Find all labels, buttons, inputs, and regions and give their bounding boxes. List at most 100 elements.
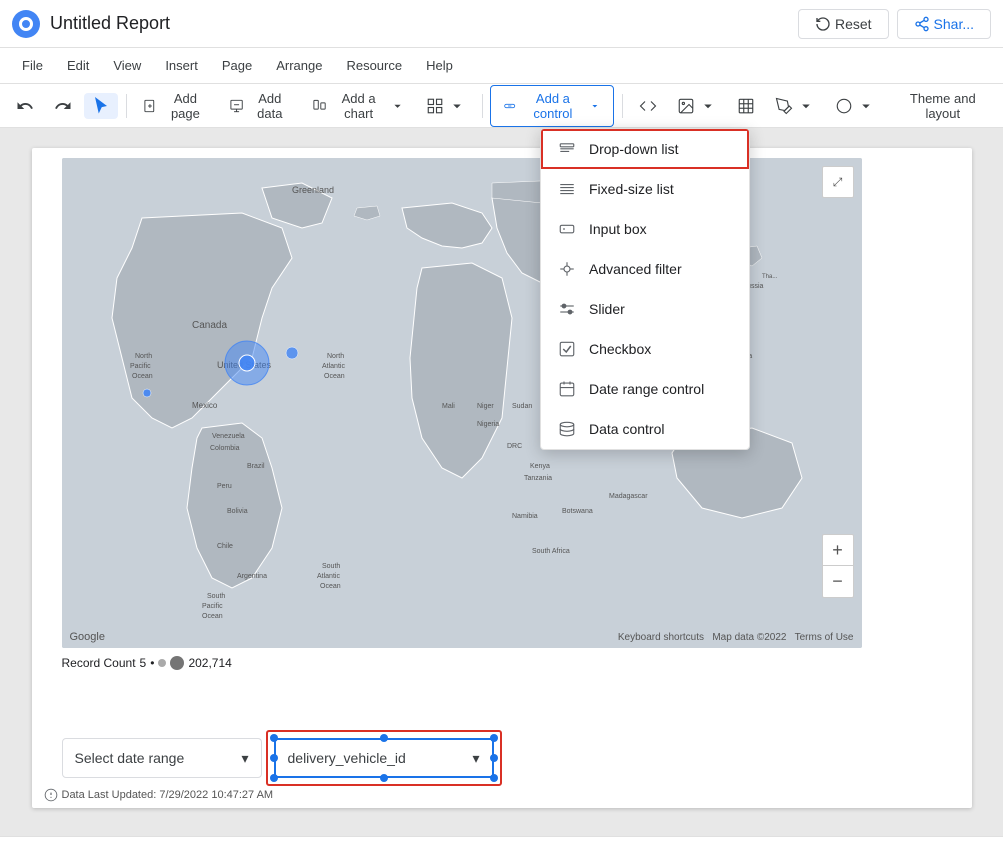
menu-item-date-range[interactable]: Date range control <box>541 369 749 409</box>
handle-top-middle[interactable] <box>380 734 388 742</box>
toolbar-divider-1 <box>126 94 127 118</box>
svg-text:Ocean: Ocean <box>320 583 341 590</box>
data-control-icon <box>557 419 577 439</box>
canvas-area: Canada United States Mexico North Pacifi… <box>0 128 1003 836</box>
svg-text:Peru: Peru <box>217 483 232 490</box>
dropdown-control-wrapper: delivery_vehicle_id ▾ <box>274 738 494 778</box>
svg-text:Brazil: Brazil <box>247 463 265 470</box>
pen-button[interactable] <box>767 93 823 119</box>
menu-item-input-box[interactable]: Input box <box>541 209 749 249</box>
zoom-in-button[interactable]: + <box>822 534 854 566</box>
svg-text:Sudan: Sudan <box>512 403 532 410</box>
add-chart-button[interactable]: Add a chart <box>304 87 414 125</box>
svg-text:Nigeria: Nigeria <box>477 421 499 428</box>
image-button[interactable] <box>669 93 725 119</box>
svg-text:South: South <box>207 593 225 600</box>
input-box-icon <box>557 219 577 239</box>
menu-help[interactable]: Help <box>416 54 463 77</box>
code-icon <box>639 97 657 115</box>
add-page-icon <box>143 97 158 115</box>
svg-text:Ocean: Ocean <box>202 613 223 620</box>
redo-button[interactable] <box>46 93 80 119</box>
zoom-controls: + − <box>822 534 854 598</box>
svg-text:Mali: Mali <box>442 403 455 410</box>
svg-text:Ocean: Ocean <box>132 373 153 380</box>
zoom-out-button[interactable]: − <box>822 566 854 598</box>
pen-chevron-icon <box>797 97 815 115</box>
pen-icon <box>775 97 793 115</box>
menu-edit[interactable]: Edit <box>57 54 99 77</box>
grid-icon <box>426 97 444 115</box>
add-control-icon <box>503 98 516 114</box>
top-bar-actions: Reset Shar... <box>798 9 991 39</box>
handle-top-right[interactable] <box>490 734 498 742</box>
advanced-filter-icon <box>557 259 577 279</box>
slider-icon <box>557 299 577 319</box>
svg-text:Pacific: Pacific <box>202 603 223 610</box>
fixed-size-list-icon <box>557 179 577 199</box>
status-bar <box>0 836 1003 866</box>
menu-item-dropdown-list[interactable]: Drop-down list <box>541 129 749 169</box>
handle-bottom-right[interactable] <box>490 774 498 782</box>
handle-top-left[interactable] <box>270 734 278 742</box>
layout-grid-button[interactable] <box>418 93 474 119</box>
dropdown-chevron-icon: ▾ <box>472 750 479 767</box>
select-icon <box>92 97 110 115</box>
menu-item-slider[interactable]: Slider <box>541 289 749 329</box>
map-top-right-controls: ⤢ <box>822 166 854 198</box>
code-button[interactable] <box>631 93 665 119</box>
menu-item-advanced-filter[interactable]: Advanced filter <box>541 249 749 289</box>
app-logo <box>12 10 40 38</box>
add-page-button[interactable]: Add page <box>135 87 217 125</box>
add-control-button[interactable]: Add a control <box>490 85 613 127</box>
theme-layout-button[interactable]: Theme and layout <box>891 87 995 125</box>
menu-view[interactable]: View <box>103 54 151 77</box>
add-chart-chevron-icon <box>390 97 405 115</box>
reset-icon <box>815 16 831 32</box>
add-data-button[interactable]: Add data <box>221 87 300 125</box>
toolbar: Add page Add data Add a chart Add a cont… <box>0 84 1003 128</box>
handle-bottom-left[interactable] <box>270 774 278 782</box>
select-button[interactable] <box>84 93 118 119</box>
svg-text:Madagascar: Madagascar <box>609 493 648 500</box>
menu-resource[interactable]: Resource <box>336 54 412 77</box>
controls-row: Select date range ▾ delivery_vehicle_id … <box>62 738 494 778</box>
svg-text:Greenland: Greenland <box>292 185 334 195</box>
share-button[interactable]: Shar... <box>897 9 991 39</box>
data-footer: Data Last Updated: 7/29/2022 10:47:27 AM <box>44 788 274 802</box>
shape-chevron-icon <box>857 97 875 115</box>
svg-text:Pacific: Pacific <box>130 363 151 370</box>
svg-text:Mexico: Mexico <box>192 401 218 410</box>
svg-text:Canada: Canada <box>192 320 227 331</box>
frame-button[interactable] <box>729 93 763 119</box>
undo-button[interactable] <box>8 93 42 119</box>
menu-item-fixed-size-list[interactable]: Fixed-size list <box>541 169 749 209</box>
dropdown-field-control[interactable]: delivery_vehicle_id ▾ <box>274 738 494 778</box>
add-control-dropdown-menu: Drop-down list Fixed-size list Input box… <box>540 128 750 450</box>
menu-item-checkbox[interactable]: Checkbox <box>541 329 749 369</box>
date-range-select[interactable]: Select date range ▾ <box>62 738 262 778</box>
svg-text:Venezuela: Venezuela <box>212 433 245 440</box>
svg-text:DRC: DRC <box>507 443 522 450</box>
menu-insert[interactable]: Insert <box>155 54 208 77</box>
grid-chevron-icon <box>448 97 466 115</box>
shape-button[interactable] <box>827 93 883 119</box>
expand-map-button[interactable]: ⤢ <box>822 166 854 198</box>
svg-text:Tanzania: Tanzania <box>524 475 552 482</box>
handle-bottom-middle[interactable] <box>380 774 388 782</box>
menu-page[interactable]: Page <box>212 54 262 77</box>
handle-middle-left[interactable] <box>270 754 278 762</box>
menu-item-data-control[interactable]: Data control <box>541 409 749 449</box>
map-google-label: Google <box>70 631 105 643</box>
reset-button[interactable]: Reset <box>798 9 889 39</box>
menu-arrange[interactable]: Arrange <box>266 54 332 77</box>
record-count: Record Count 5 • 202,714 <box>62 656 232 670</box>
menu-file[interactable]: File <box>12 54 53 77</box>
dropdown-field-inner: delivery_vehicle_id ▾ <box>274 738 494 778</box>
svg-text:North: North <box>135 353 152 360</box>
app-title: Untitled Report <box>50 13 798 34</box>
svg-text:North: North <box>327 353 344 360</box>
handle-middle-right[interactable] <box>490 754 498 762</box>
toolbar-divider-2 <box>482 94 483 118</box>
date-range-icon <box>557 379 577 399</box>
